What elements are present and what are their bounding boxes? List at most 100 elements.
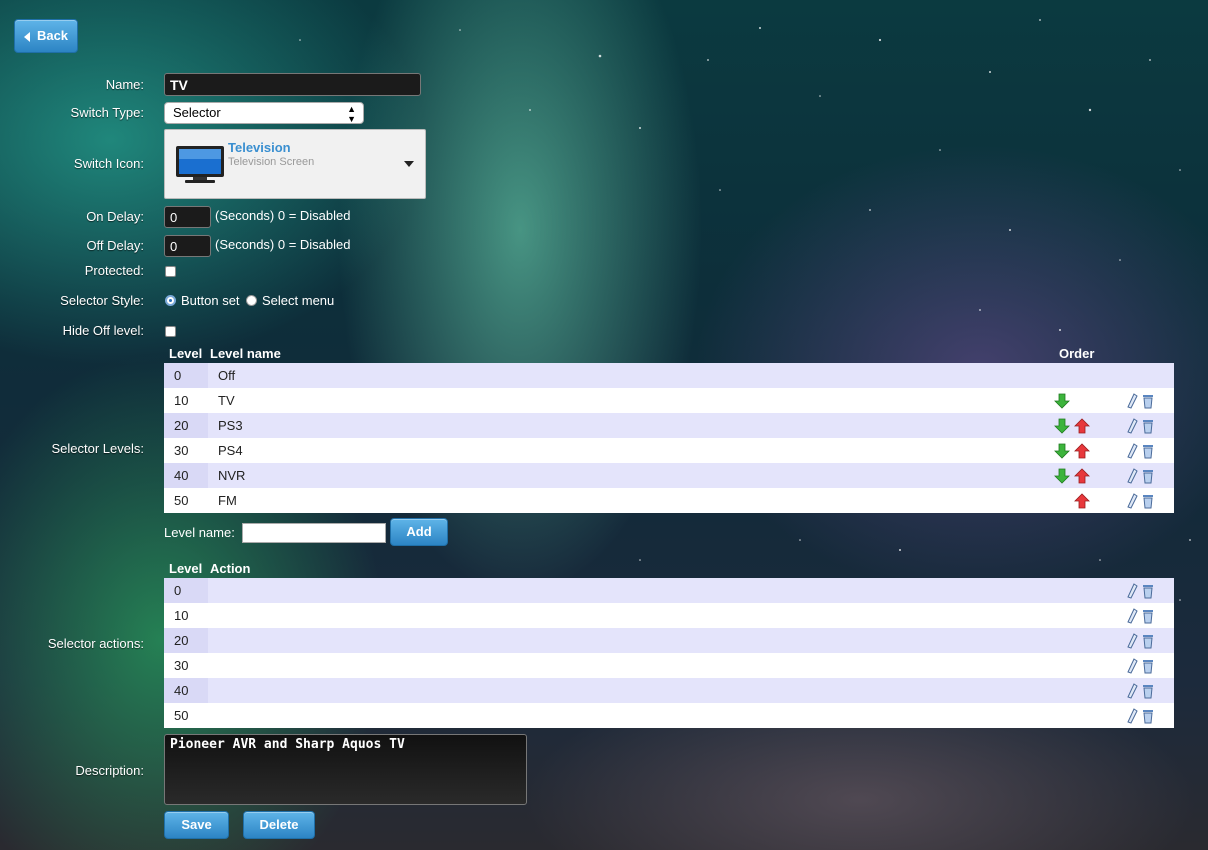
selector-levels-label: Selector Levels: bbox=[51, 441, 145, 456]
on-delay-label: On Delay: bbox=[86, 209, 144, 224]
level-cell: 20 bbox=[164, 628, 208, 653]
edit-pencil-icon[interactable] bbox=[1126, 708, 1138, 724]
level-name-cell: PS4 bbox=[208, 438, 1062, 463]
hide-off-label: Hide Off level: bbox=[62, 323, 144, 338]
edit-pencil-icon[interactable] bbox=[1126, 658, 1138, 674]
level-cell: 40 bbox=[164, 678, 208, 703]
level-cell: 50 bbox=[164, 488, 208, 513]
edit-pencil-icon[interactable] bbox=[1126, 683, 1138, 699]
level-cell: 30 bbox=[164, 438, 208, 463]
arrow-down-icon[interactable] bbox=[1054, 393, 1070, 409]
select-updown-icon: ▲ ▼ bbox=[347, 104, 356, 124]
arrow-down-icon[interactable] bbox=[1054, 443, 1070, 459]
selector-levels-table: 0 Off 10 TV 20 PS3 30 PS4 40 NVR 50 FM bbox=[164, 363, 1174, 513]
arrow-down-icon[interactable] bbox=[1054, 418, 1070, 434]
trash-icon[interactable] bbox=[1142, 443, 1154, 459]
trash-icon[interactable] bbox=[1142, 633, 1154, 649]
arrow-down-icon[interactable] bbox=[1054, 468, 1070, 484]
level-cell: 0 bbox=[164, 578, 208, 603]
add-level-button[interactable]: Add bbox=[390, 518, 448, 546]
description-label: Description: bbox=[75, 763, 144, 778]
name-label: Name: bbox=[105, 77, 144, 92]
edit-pencil-icon[interactable] bbox=[1126, 583, 1138, 599]
table-row: 30 PS4 bbox=[164, 438, 1174, 463]
description-textarea[interactable]: Pioneer AVR and Sharp Aquos TV bbox=[164, 734, 527, 805]
level-cell: 10 bbox=[164, 603, 208, 628]
action-cell bbox=[208, 678, 1122, 703]
delete-button[interactable]: Delete bbox=[243, 811, 315, 839]
table-row: 20 bbox=[164, 628, 1174, 653]
table-row: 10 TV bbox=[164, 388, 1174, 413]
name-input[interactable] bbox=[164, 73, 421, 96]
level-cell: 40 bbox=[164, 463, 208, 488]
selector-actions-label: Selector actions: bbox=[47, 636, 144, 651]
trash-icon[interactable] bbox=[1142, 583, 1154, 599]
level-name-cell: TV bbox=[208, 388, 1062, 413]
trash-icon[interactable] bbox=[1142, 418, 1154, 434]
trash-icon[interactable] bbox=[1142, 393, 1154, 409]
caret-down-icon bbox=[404, 161, 414, 167]
style-select-menu-radio[interactable] bbox=[246, 295, 257, 306]
action-cell bbox=[208, 653, 1122, 678]
back-button[interactable]: Back bbox=[14, 19, 78, 53]
protected-checkbox[interactable] bbox=[165, 266, 176, 277]
trash-icon[interactable] bbox=[1142, 493, 1154, 509]
trash-icon[interactable] bbox=[1142, 708, 1154, 724]
table-row: 0 Off bbox=[164, 363, 1174, 388]
level-cell: 50 bbox=[164, 703, 208, 728]
edit-pencil-icon[interactable] bbox=[1126, 468, 1138, 484]
level-cell: 10 bbox=[164, 388, 208, 413]
trash-icon[interactable] bbox=[1142, 658, 1154, 674]
actions-col-action: Action bbox=[210, 561, 251, 576]
level-name-cell: NVR bbox=[208, 463, 1062, 488]
back-arrow-icon bbox=[23, 31, 30, 42]
level-name-input[interactable] bbox=[242, 523, 386, 543]
hide-off-checkbox[interactable] bbox=[165, 326, 176, 337]
trash-icon[interactable] bbox=[1142, 608, 1154, 624]
arrow-up-icon[interactable] bbox=[1074, 493, 1090, 509]
action-cell bbox=[208, 603, 1122, 628]
table-row: 50 FM bbox=[164, 488, 1174, 513]
icon-title: Television bbox=[228, 140, 291, 155]
action-cell bbox=[208, 578, 1122, 603]
arrow-up-icon[interactable] bbox=[1074, 443, 1090, 459]
table-row: 10 bbox=[164, 603, 1174, 628]
icon-subtitle: Television Screen bbox=[228, 156, 315, 168]
style-select-menu-label: Select menu bbox=[262, 293, 335, 308]
save-button[interactable]: Save bbox=[164, 811, 229, 839]
on-delay-input[interactable] bbox=[164, 206, 211, 228]
switch-type-select[interactable]: Selector ▲ ▼ bbox=[164, 102, 364, 124]
edit-pencil-icon[interactable] bbox=[1126, 443, 1138, 459]
table-row: 50 bbox=[164, 703, 1174, 728]
edit-pencil-icon[interactable] bbox=[1126, 418, 1138, 434]
actions-col-level: Level bbox=[169, 561, 203, 576]
table-row: 40 NVR bbox=[164, 463, 1174, 488]
level-cell: 0 bbox=[164, 363, 208, 388]
off-delay-input[interactable] bbox=[164, 235, 211, 257]
levels-col-name: Level name bbox=[210, 346, 281, 361]
table-row: 0 bbox=[164, 578, 1174, 603]
level-cell: 20 bbox=[164, 413, 208, 438]
arrow-up-icon[interactable] bbox=[1074, 418, 1090, 434]
on-delay-hint: (Seconds) 0 = Disabled bbox=[215, 208, 351, 223]
trash-icon[interactable] bbox=[1142, 683, 1154, 699]
edit-pencil-icon[interactable] bbox=[1126, 393, 1138, 409]
arrow-up-icon[interactable] bbox=[1074, 468, 1090, 484]
protected-label: Protected: bbox=[84, 263, 144, 278]
level-name-add-label: Level name: bbox=[164, 525, 235, 540]
edit-pencil-icon[interactable] bbox=[1126, 493, 1138, 509]
trash-icon[interactable] bbox=[1142, 468, 1154, 484]
table-row: 20 PS3 bbox=[164, 413, 1174, 438]
edit-pencil-icon[interactable] bbox=[1126, 608, 1138, 624]
level-name-cell: PS3 bbox=[208, 413, 1062, 438]
selector-actions-table: 0 10 20 30 40 50 bbox=[164, 578, 1174, 728]
television-icon bbox=[176, 146, 224, 183]
level-cell: 30 bbox=[164, 653, 208, 678]
levels-col-level: Level bbox=[169, 346, 203, 361]
switch-type-label: Switch Type: bbox=[70, 105, 144, 120]
switch-icon-dropdown[interactable]: Television Television Screen bbox=[164, 129, 426, 199]
style-button-set-radio[interactable] bbox=[165, 295, 176, 306]
level-name-cell: Off bbox=[208, 363, 1062, 388]
level-name-cell: FM bbox=[208, 488, 1062, 513]
edit-pencil-icon[interactable] bbox=[1126, 633, 1138, 649]
